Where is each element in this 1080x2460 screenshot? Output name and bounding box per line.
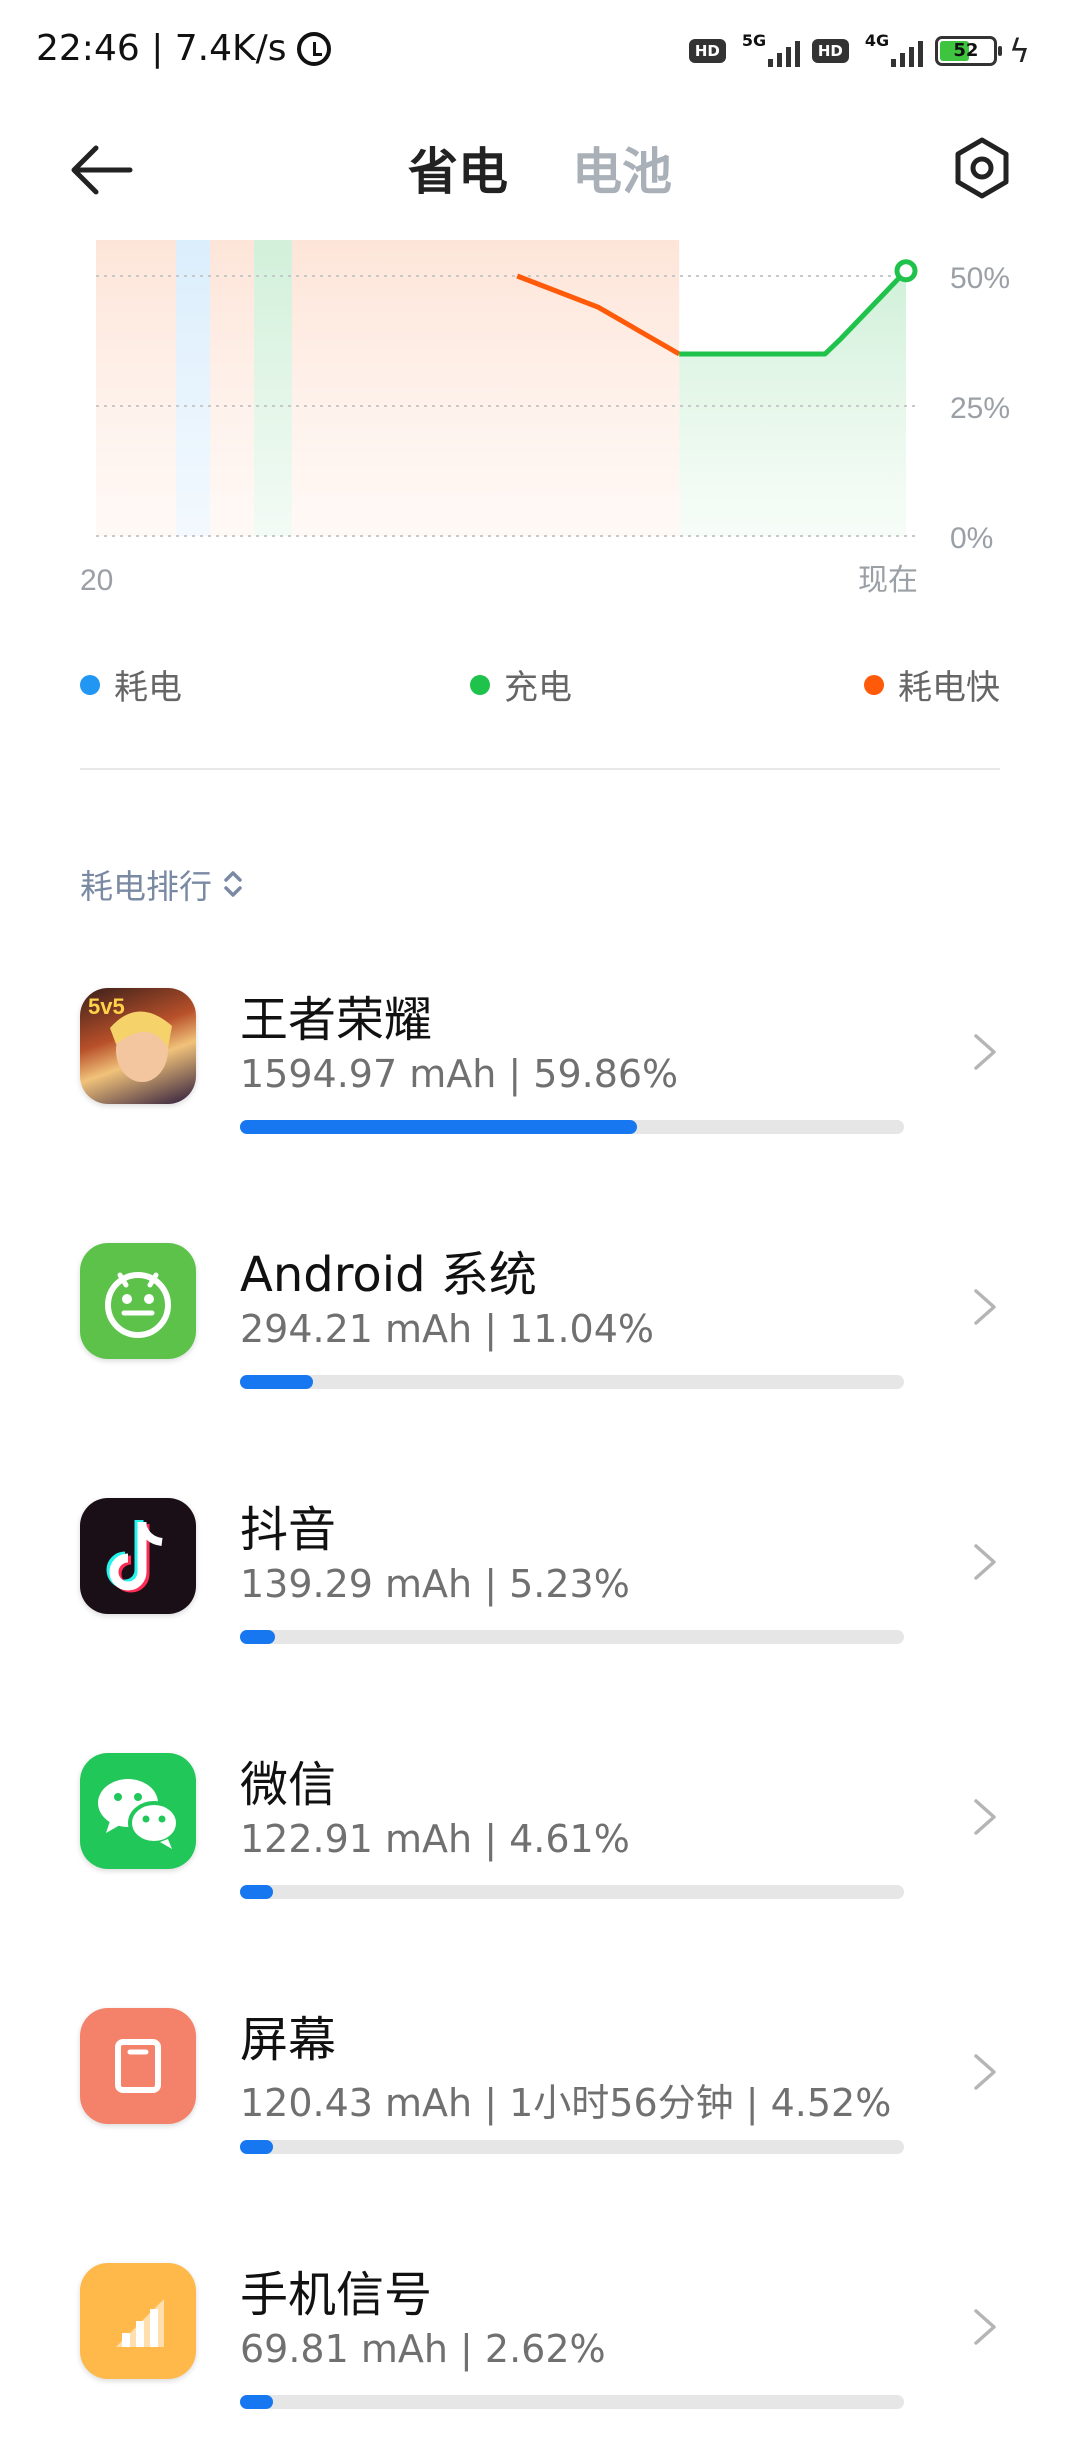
sort-icon	[224, 871, 242, 897]
current-point-marker	[894, 259, 918, 283]
signal-4g-icon: 4G	[861, 31, 923, 69]
hd-badge: HD	[688, 39, 726, 63]
legend-fast-label: 耗电快	[898, 668, 1000, 708]
status-right: HD 5G HD 4G 52 ϟ	[688, 31, 1030, 70]
app-usage: 120.43 mAh | 1小时56分钟 | 4.52%	[240, 2081, 892, 2125]
tab-battery[interactable]: 电池	[572, 132, 672, 204]
app-row-wechat[interactable]: 微信 122.91 mAh | 4.61%	[0, 1695, 1080, 1950]
chevron-right-icon	[974, 2309, 996, 2345]
rank-sort-button[interactable]: 耗电排行	[80, 860, 244, 908]
status-bar: 22:46 | 7.4K/s HD 5G HD 4G 52 ϟ	[0, 0, 1080, 100]
header: 省电 电池	[0, 120, 1080, 220]
orange-dot-icon	[864, 674, 884, 695]
app-usage: 139.29 mAh | 5.23%	[240, 1562, 630, 1606]
usage-bar-fill	[240, 1375, 314, 1389]
app-usage: 69.81 mAh | 2.62%	[240, 2327, 606, 2371]
green-dot-icon	[470, 674, 490, 695]
usage-bar	[240, 2140, 904, 2154]
app-name: 手机信号	[240, 2267, 433, 2323]
usage-bar	[240, 1630, 904, 1644]
svg-text:5v5: 5v5	[88, 994, 125, 1019]
screen-icon	[80, 2008, 196, 2124]
chevron-right-icon	[974, 1544, 996, 1580]
chevron-right-icon	[974, 1034, 996, 1070]
gear-icon	[955, 137, 1009, 199]
game-icon: 5v5	[80, 988, 196, 1104]
chevron-right-icon	[974, 1289, 996, 1325]
status-left: 22:46 | 7.4K/s	[36, 28, 331, 69]
usage-bar-fill	[240, 2395, 274, 2409]
tab-power-saving[interactable]: 省电	[408, 132, 508, 204]
usage-bar	[240, 1120, 904, 1134]
app-usage: 122.91 mAh | 4.61%	[240, 1817, 630, 1861]
app-usage: 1594.97 mAh | 59.86%	[240, 1052, 679, 1096]
app-usage: 294.21 mAh | 11.04%	[240, 1307, 654, 1351]
chevron-right-icon	[974, 2054, 996, 2090]
chevron-right-icon	[974, 1799, 996, 1835]
settings-button[interactable]	[950, 136, 1014, 200]
app-name: 屏幕	[240, 2012, 337, 2068]
usage-bar-fill	[240, 1885, 274, 1899]
y-tick-label: 25%	[950, 392, 1010, 425]
blue-dot-icon	[80, 674, 100, 695]
time-speed: 22:46 | 7.4K/s	[36, 28, 287, 69]
app-row-screen[interactable]: 屏幕 120.43 mAh | 1小时56分钟 | 4.52%	[0, 1950, 1080, 2205]
alarm-icon	[296, 31, 331, 66]
usage-bar-fill	[240, 1630, 275, 1644]
legend-charge: 充电	[470, 660, 572, 709]
signal-icon	[80, 2263, 196, 2379]
usage-bar-fill	[240, 2140, 274, 2154]
legend-discharge: 耗电	[80, 660, 182, 709]
charge-strip	[254, 240, 292, 536]
y-tick-label: 0%	[950, 522, 993, 555]
app-row-signal[interactable]: 手机信号 69.81 mAh | 2.62%	[0, 2205, 1080, 2460]
chart-legend: 耗电 充电 耗电快	[80, 660, 1000, 710]
wechat-icon	[80, 1753, 196, 1869]
discharge-normal-strip	[176, 240, 210, 536]
battery-chart: 50% 25% 0% 20 现在	[0, 240, 1080, 600]
y-tick-label: 50%	[950, 262, 1010, 295]
android-icon	[80, 1243, 196, 1359]
app-row-android[interactable]: Android 系统 294.21 mAh | 11.04%	[0, 1185, 1080, 1440]
app-name: 微信	[240, 1757, 337, 1813]
tab-bar: 省电 电池	[0, 132, 1080, 204]
x-tick-label-end: 现在	[858, 564, 918, 597]
tiktok-icon	[80, 1498, 196, 1614]
app-name: 抖音	[240, 1502, 337, 1558]
x-tick-label-start: 20	[80, 564, 113, 597]
app-name: 王者荣耀	[240, 992, 433, 1048]
usage-bar	[240, 1375, 904, 1389]
signal-5g-icon: 5G	[738, 31, 800, 69]
legend-charge-label: 充电	[504, 668, 572, 708]
usage-bar-fill	[240, 1120, 638, 1134]
app-row-wangzhe[interactable]: 5v5 王者荣耀 1594.97 mAh | 59.86%	[0, 930, 1080, 1185]
charge-area	[679, 270, 906, 536]
legend-fast: 耗电快	[864, 660, 1000, 709]
app-name: Android 系统	[240, 1247, 537, 1303]
chart-svg: 50% 25% 0% 20 现在	[80, 240, 1010, 597]
divider	[80, 768, 1000, 770]
rank-label: 耗电排行	[80, 867, 212, 906]
hd-badge-2: HD	[811, 39, 849, 63]
usage-bar	[240, 1885, 904, 1899]
usage-bar	[240, 2395, 904, 2409]
charging-icon: ϟ	[1008, 32, 1030, 70]
battery-icon: 52	[934, 36, 1002, 66]
app-row-douyin[interactable]: 抖音 139.29 mAh | 5.23%	[0, 1440, 1080, 1695]
legend-discharge-label: 耗电	[114, 668, 182, 708]
